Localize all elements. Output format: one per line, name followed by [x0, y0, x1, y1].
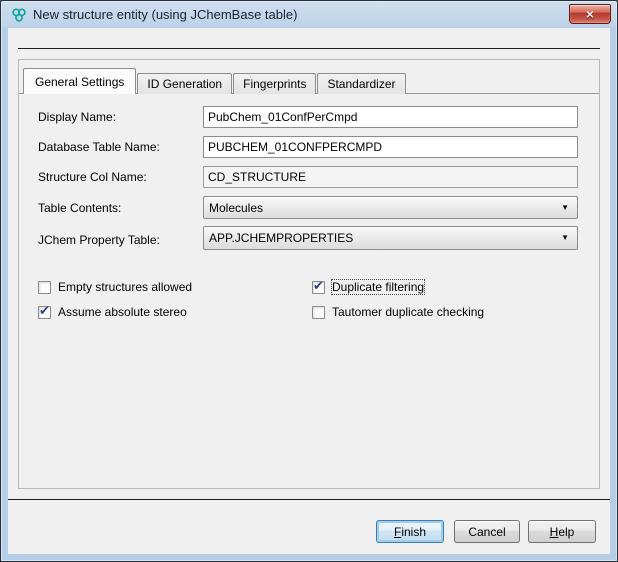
- window-title: New structure entity (using JChemBase ta…: [33, 7, 297, 22]
- tab-label: ID Generation: [147, 77, 222, 91]
- tab-strip: General Settings ID Generation Fingerpri…: [23, 68, 407, 94]
- assume-absolute-stereo-checkbox-row[interactable]: ✔ Assume absolute stereo: [38, 305, 187, 319]
- empty-structures-label[interactable]: Empty structures allowed: [58, 280, 192, 294]
- duplicate-filtering-checkbox[interactable]: ✔: [312, 281, 325, 294]
- database-table-name-input[interactable]: [203, 136, 578, 158]
- tab-standardizer[interactable]: Standardizer: [317, 73, 405, 94]
- table-contents-select[interactable]: Molecules ▼: [203, 196, 578, 219]
- database-table-name-label: Database Table Name:: [38, 140, 160, 154]
- finish-button[interactable]: Finish: [376, 520, 444, 543]
- top-separator: [18, 48, 600, 49]
- close-button[interactable]: ×: [569, 4, 611, 24]
- dialog-body: General Settings ID Generation Fingerpri…: [8, 28, 610, 554]
- display-name-input[interactable]: [203, 106, 578, 128]
- check-icon: ✔: [39, 304, 50, 317]
- tab-label: General Settings: [35, 75, 124, 89]
- tab-id-generation[interactable]: ID Generation: [137, 73, 232, 94]
- duplicate-filtering-label[interactable]: Duplicate filtering: [332, 280, 424, 294]
- close-icon: ×: [586, 7, 594, 21]
- button-separator: [8, 499, 610, 500]
- jchem-app-icon: [11, 7, 27, 23]
- check-icon: ✔: [313, 279, 324, 292]
- tab-label: Fingerprints: [243, 77, 306, 91]
- tab-label: Standardizer: [327, 77, 395, 91]
- help-label: elp: [558, 525, 574, 539]
- empty-structures-checkbox[interactable]: ✔: [38, 281, 51, 294]
- structure-col-name-input: [203, 166, 578, 188]
- dialog-window: New structure entity (using JChemBase ta…: [0, 0, 618, 562]
- finish-label: inish: [401, 525, 426, 539]
- jchem-property-table-label: JChem Property Table:: [38, 233, 160, 247]
- title-bar: New structure entity (using JChemBase ta…: [1, 1, 617, 28]
- assume-absolute-stereo-checkbox[interactable]: ✔: [38, 306, 51, 319]
- jchem-property-table-value: APP.JCHEMPROPERTIES: [209, 231, 553, 245]
- cancel-button[interactable]: Cancel: [454, 520, 520, 543]
- assume-absolute-stereo-label[interactable]: Assume absolute stereo: [58, 305, 187, 319]
- tautomer-duplicate-label[interactable]: Tautomer duplicate checking: [332, 305, 484, 319]
- table-contents-value: Molecules: [209, 201, 553, 215]
- empty-structures-checkbox-row[interactable]: ✔ Empty structures allowed: [38, 280, 192, 294]
- table-contents-label: Table Contents:: [38, 201, 121, 215]
- display-name-label: Display Name:: [38, 110, 116, 124]
- dropdown-arrow-icon: ▼: [561, 234, 569, 242]
- tautomer-duplicate-checkbox-row[interactable]: ✔ Tautomer duplicate checking: [312, 305, 484, 319]
- tautomer-duplicate-checkbox[interactable]: ✔: [312, 306, 325, 319]
- dropdown-arrow-icon: ▼: [561, 204, 569, 212]
- jchem-property-table-select[interactable]: APP.JCHEMPROPERTIES ▼: [203, 226, 578, 250]
- duplicate-filtering-checkbox-row[interactable]: ✔ Duplicate filtering: [312, 280, 424, 294]
- tab-general-settings[interactable]: General Settings: [23, 68, 136, 94]
- help-button[interactable]: Help: [528, 520, 596, 543]
- structure-col-name-label: Structure Col Name:: [38, 170, 147, 184]
- tab-fingerprints[interactable]: Fingerprints: [233, 73, 316, 94]
